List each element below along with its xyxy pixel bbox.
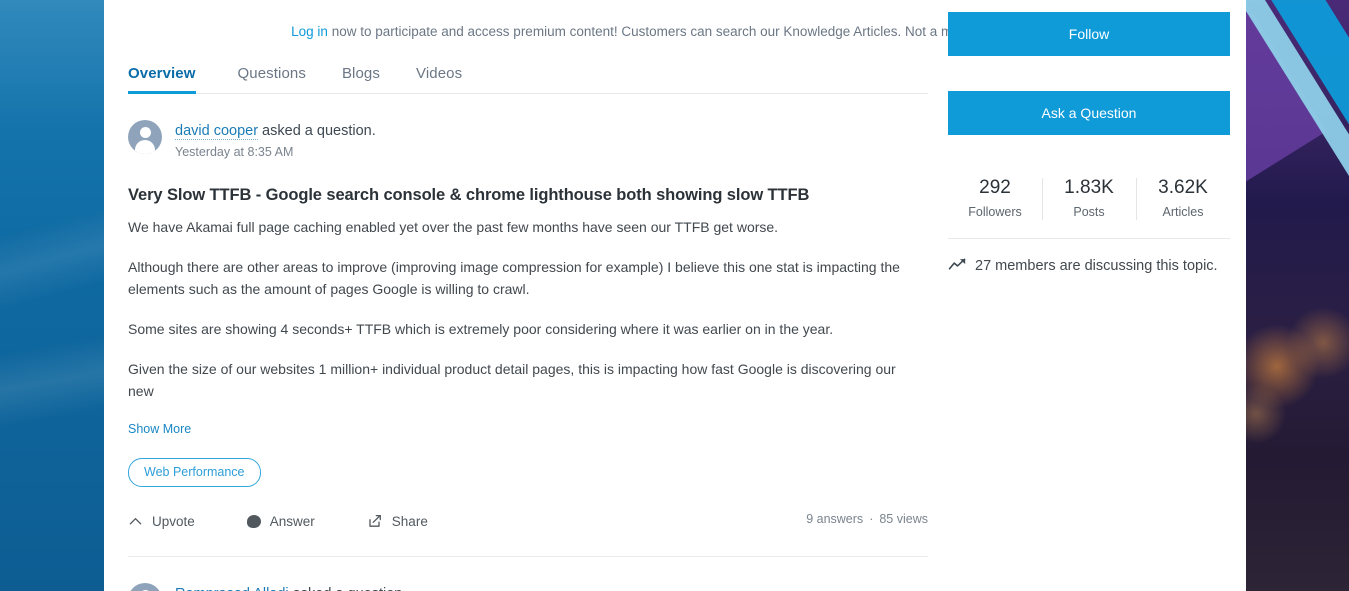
post-title[interactable]: Very Slow TTFB - Google search console &… (128, 186, 928, 205)
avatar-person-body (135, 140, 155, 154)
tab-blogs[interactable]: Blogs (324, 65, 398, 93)
post-byline: david cooper asked a question. Yesterday… (175, 120, 376, 161)
trending-up-icon (948, 257, 967, 280)
sidebar: Follow Ask a Question 292 Followers 1.83… (948, 12, 1230, 280)
tab-videos[interactable]: Videos (398, 65, 480, 93)
avatar (128, 120, 162, 154)
post-byline: Ramprasad Alladi asked a question. Edite… (175, 583, 406, 591)
log-in-link[interactable]: Log in (291, 24, 328, 39)
post-action-text: asked a question. (289, 586, 407, 591)
tab-overview[interactable]: Overview (128, 65, 214, 94)
post-header: Ramprasad Alladi asked a question. Edite… (128, 583, 928, 591)
chevron-up-icon (128, 514, 143, 529)
tab-bar: Overview Questions Blogs Videos (128, 46, 928, 94)
stat-label: Followers (968, 205, 1022, 219)
stat-value: 3.62K (1158, 177, 1208, 198)
share-label: Share (391, 513, 428, 529)
views-count: 85 views (879, 512, 928, 526)
post-author-line: Ramprasad Alladi asked a question. (175, 585, 406, 591)
post-paragraph: We have Akamai full page caching enabled… (128, 219, 779, 235)
discussing-note: 27 members are discussing this topic. (948, 255, 1230, 280)
tab-questions[interactable]: Questions (220, 65, 324, 93)
stat-followers: 292 Followers (948, 175, 1042, 222)
post-tag-row: Web Performance (128, 458, 928, 487)
answers-count: 9 answers (806, 512, 864, 526)
feed-post: Ramprasad Alladi asked a question. Edite… (128, 557, 928, 591)
main-column: Overview Questions Blogs Videos david co… (128, 46, 928, 591)
post-paragraph: Some sites are showing 4 seconds+ TTFB w… (128, 321, 834, 337)
avatar-person-icon (139, 127, 151, 138)
ask-a-question-button[interactable]: Ask a Question (948, 91, 1230, 135)
stat-value: 292 (979, 177, 1011, 198)
post-action-row: Upvote Answer Share 9 answers · 85 views (128, 510, 928, 532)
follow-button[interactable]: Follow (948, 12, 1230, 56)
feed-post: david cooper asked a question. Yesterday… (128, 94, 928, 557)
post-author-link[interactable]: david cooper (175, 123, 259, 140)
post-body: We have Akamai full page caching enabled… (128, 216, 928, 438)
upvote-button[interactable]: Upvote (128, 514, 195, 529)
post-header: david cooper asked a question. Yesterday… (128, 120, 928, 161)
stats-separator: · (869, 512, 874, 526)
stat-label: Articles (1162, 205, 1204, 219)
post-action-text: asked a question. (258, 123, 376, 139)
answer-label: Answer (269, 513, 315, 529)
post-author-line: david cooper asked a question. (175, 122, 376, 141)
comment-bubble-icon (246, 514, 261, 528)
post-stats: 9 answers · 85 views (806, 512, 928, 526)
background-left-texture (0, 0, 110, 591)
avatar (128, 583, 162, 591)
stat-articles: 3.62K Articles (1136, 175, 1230, 222)
post-author-link[interactable]: Ramprasad Alladi (175, 586, 289, 591)
topic-stats: 292 Followers 1.83K Posts 3.62K Articles (948, 175, 1230, 239)
post-timestamp: Yesterday at 8:35 AM (175, 145, 294, 159)
share-button[interactable]: Share (367, 513, 428, 529)
discussing-text: 27 members are discussing this topic. (975, 258, 1218, 274)
stat-posts: 1.83K Posts (1042, 175, 1136, 222)
stat-label: Posts (1073, 205, 1105, 219)
show-more-link[interactable]: Show More (128, 422, 191, 436)
post-paragraph: Although there are other areas to improv… (128, 259, 900, 297)
stat-value: 1.83K (1064, 177, 1114, 198)
login-banner-text: now to participate and access premium co… (327, 24, 1002, 39)
answer-button[interactable]: Answer (246, 513, 315, 529)
post-paragraph: Given the size of our websites 1 million… (128, 361, 896, 399)
tag-web-performance[interactable]: Web Performance (128, 458, 261, 487)
upvote-label: Upvote (152, 513, 195, 529)
content-card: Log in now to participate and access pre… (104, 0, 1246, 591)
share-icon (367, 513, 383, 529)
background-right-photo (1246, 0, 1349, 591)
